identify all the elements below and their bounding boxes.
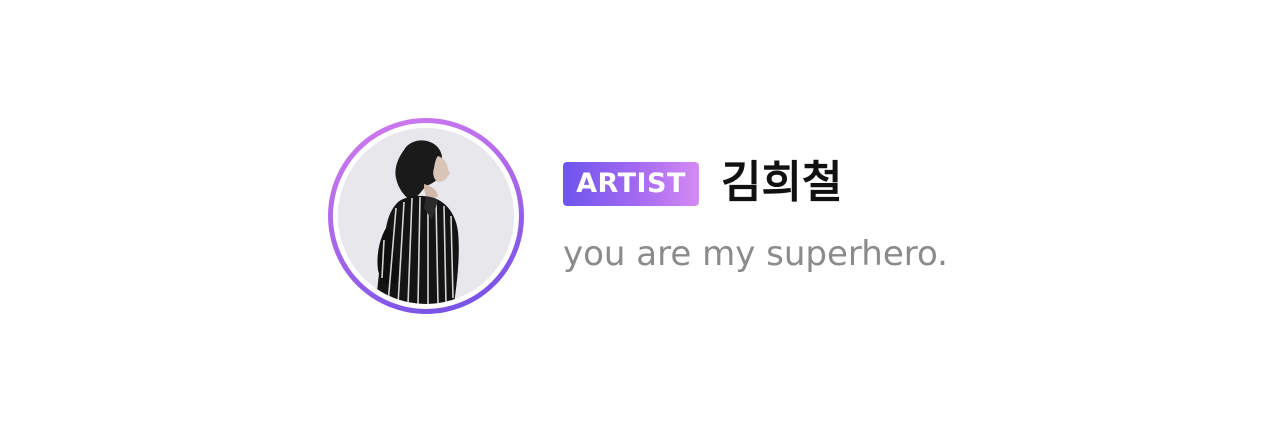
artist-name[interactable]: 김희철 [721,153,842,213]
avatar[interactable] [338,128,514,304]
avatar-ring-gap [333,123,519,309]
avatar-ring[interactable] [328,118,524,314]
status-message: you are my superhero. [563,234,948,274]
artist-badge: ARTIST [563,162,699,206]
artist-profile-card: ARTIST 김희철 you are my superhero. [0,0,1280,426]
avatar-photo-icon [338,128,514,304]
